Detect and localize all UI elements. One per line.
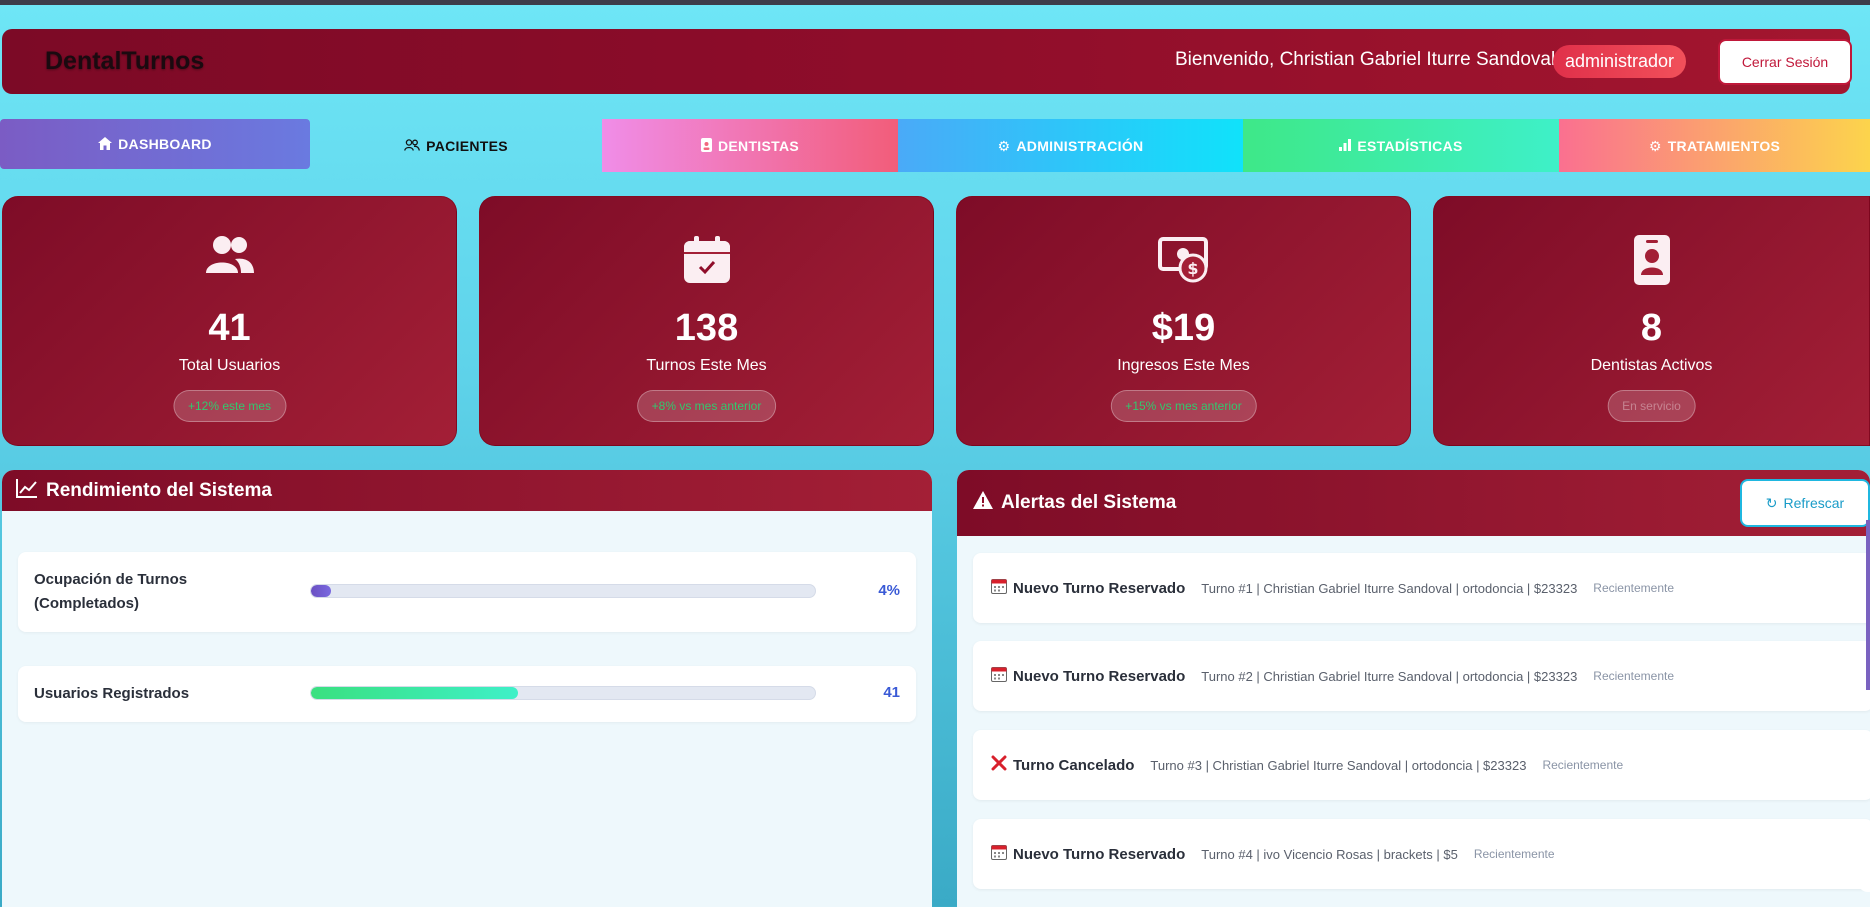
perf-row-ocupacion: Ocupación de Turnos (Completados) 4% [18, 552, 916, 632]
alert-item[interactable]: Nuevo Turno Reservado Turno #2 | Christi… [973, 641, 1870, 711]
alert-detail: Turno #1 | Christian Gabriel Iturre Sand… [1201, 580, 1578, 596]
panel-header: Alertas del Sistema ↻ Refrescar [957, 470, 1870, 536]
gear-icon: ⚙ [997, 137, 1011, 154]
alert-time: Recientemente [1593, 669, 1675, 683]
perf-label: Ocupación de Turnos (Completados) [34, 571, 188, 612]
id-badge-icon [1434, 235, 1869, 287]
stat-label: Turnos Este Mes [646, 357, 767, 374]
alert-detail: Turno #3 | Christian Gabriel Iturre Sand… [1150, 757, 1527, 773]
alert-title: Turno Cancelado [1013, 756, 1135, 774]
svg-text:$: $ [1187, 259, 1198, 278]
nav-tabs: DASHBOARD PACIENTES DENTISTAS ⚙ ADMINIST… [0, 119, 1870, 172]
stat-trend-badge: En servicio [1607, 390, 1696, 422]
cross-icon [991, 755, 1007, 776]
panel-title: Rendimiento del Sistema [46, 479, 272, 501]
tab-label: DASHBOARD [118, 136, 212, 152]
stat-card-ingresos: $ $19 Ingresos Este Mes +15% vs mes ante… [956, 196, 1411, 446]
tab-dashboard[interactable]: DASHBOARD [0, 119, 310, 169]
progress-fill [311, 687, 518, 699]
progress-fill [311, 585, 332, 597]
tab-pacientes[interactable]: PACIENTES [310, 119, 602, 172]
stat-card-usuarios: 41 Total Usuarios +12% este mes [2, 196, 457, 446]
users-icon [3, 235, 456, 287]
alert-detail: Turno #4 | ivo Vicencio Rosas | brackets… [1201, 846, 1458, 862]
progress-bar [310, 686, 816, 700]
stat-value: 138 [674, 307, 739, 349]
floating-button[interactable] [1858, 858, 1870, 892]
gear-icon: ⚙ [1648, 137, 1662, 154]
stat-value: 41 [208, 307, 251, 349]
alert-time: Recientemente [1473, 847, 1555, 861]
home-icon [98, 136, 113, 152]
alert-title: Nuevo Turno Reservado [1013, 845, 1186, 863]
tab-label: ESTADÍSTICAS [1357, 137, 1463, 154]
stat-trend-badge: +8% vs mes anterior [636, 390, 777, 422]
progress-bar [310, 584, 816, 598]
perf-value: 41 [883, 684, 900, 701]
brand-logo[interactable]: DentalTurnos [45, 47, 204, 76]
refresh-icon: ↻ [1765, 494, 1778, 511]
tab-label: DENTISTAS [718, 137, 799, 154]
stat-value: $19 [1151, 307, 1216, 349]
alert-item[interactable]: Turno Cancelado Turno #3 | Christian Gab… [973, 730, 1870, 800]
alerts-panel: Alertas del Sistema ↻ Refrescar Nuevo Tu… [957, 470, 1870, 907]
alert-item[interactable]: Nuevo Turno Reservado Turno #4 | ivo Vic… [973, 819, 1870, 889]
perf-value: 4% [878, 582, 900, 599]
refresh-button[interactable]: ↻ Refrescar [1740, 479, 1870, 527]
bar-chart-icon [1339, 138, 1352, 153]
alert-title: Nuevo Turno Reservado [1013, 579, 1186, 597]
alert-time: Recientemente [1593, 581, 1675, 595]
calendar-icon [991, 666, 1007, 687]
stat-trend-badge: +12% este mes [172, 390, 287, 422]
stat-value: 8 [1640, 307, 1663, 349]
tab-label: PACIENTES [426, 137, 508, 154]
tab-tratamientos[interactable]: ⚙ TRATAMIENTOS [1559, 119, 1870, 172]
alert-detail: Turno #2 | Christian Gabriel Iturre Sand… [1201, 668, 1578, 684]
stat-card-dentistas: 8 Dentistas Activos En servicio [1433, 196, 1870, 446]
perf-label: Usuarios Registrados [34, 685, 190, 702]
top-border [0, 0, 1870, 5]
stat-trend-badge: +15% vs mes anterior [1110, 390, 1257, 422]
stat-label: Ingresos Este Mes [1117, 357, 1250, 374]
warning-icon [973, 491, 993, 515]
calendar-icon [991, 844, 1007, 865]
perf-row-usuarios: Usuarios Registrados 41 [18, 666, 916, 722]
calendar-check-icon [480, 235, 933, 287]
panel-title: Alertas del Sistema [1001, 492, 1177, 513]
role-badge: administrador [1553, 45, 1687, 78]
alert-title: Nuevo Turno Reservado [1013, 667, 1186, 685]
calendar-icon [991, 578, 1007, 599]
stat-card-turnos: 138 Turnos Este Mes +8% vs mes anterior [479, 196, 934, 446]
scroll-edge [1866, 520, 1870, 690]
refresh-label: Refrescar [1783, 495, 1845, 511]
tab-label: TRATAMIENTOS [1667, 137, 1781, 154]
users-icon [404, 138, 420, 153]
welcome-text: Bienvenido, Christian Gabriel Iturre San… [1175, 49, 1556, 70]
panel-header: Rendimiento del Sistema [2, 470, 932, 511]
alert-time: Recientemente [1542, 758, 1624, 772]
tab-estadisticas[interactable]: ESTADÍSTICAS [1243, 119, 1559, 172]
tab-label: ADMINISTRACIÓN [1016, 137, 1144, 154]
app-header: DentalTurnos Bienvenido, Christian Gabri… [2, 29, 1852, 94]
stat-label: Total Usuarios [178, 357, 281, 374]
id-badge-icon [701, 137, 712, 154]
stat-label: Dentistas Activos [1590, 357, 1713, 374]
alert-item[interactable]: Nuevo Turno Reservado Turno #1 | Christi… [973, 553, 1870, 623]
logout-button[interactable]: Cerrar Sesión [1718, 39, 1852, 85]
performance-panel: Rendimiento del Sistema Ocupación de Tur… [2, 470, 932, 907]
line-chart-icon [16, 478, 38, 504]
tab-administracion[interactable]: ⚙ ADMINISTRACIÓN [898, 119, 1243, 172]
money-icon: $ [957, 235, 1410, 287]
tab-dentistas[interactable]: DENTISTAS [602, 119, 898, 172]
